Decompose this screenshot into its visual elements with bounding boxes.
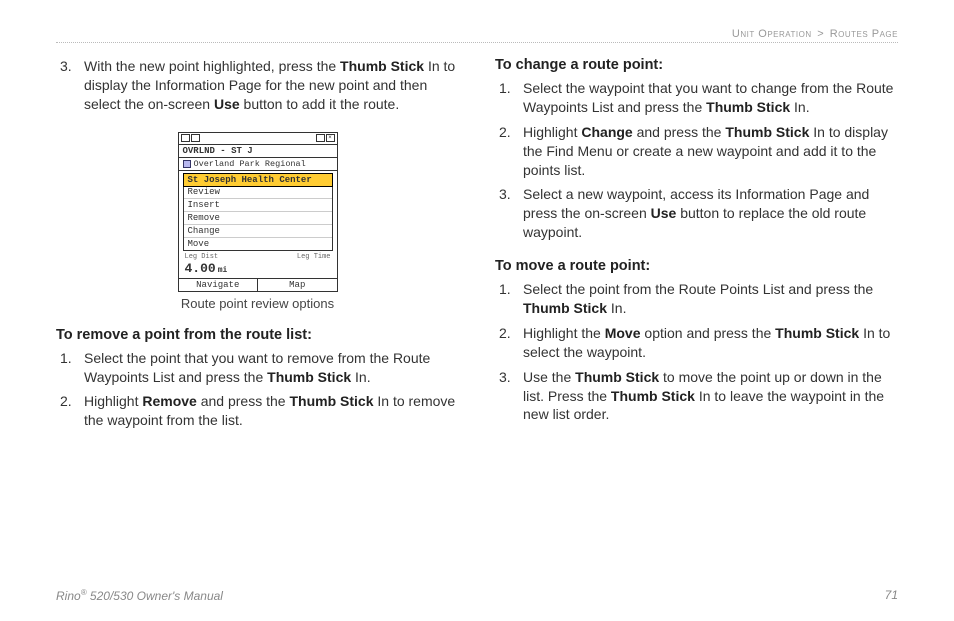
- flag-icon: [183, 160, 191, 168]
- list-item: Select a new waypoint, access its Inform…: [495, 185, 898, 242]
- menu-item-move: Move: [184, 238, 332, 250]
- menu-item-insert: Insert: [184, 199, 332, 212]
- page-footer: Rino® 520/530 Owner's Manual 71: [56, 588, 898, 603]
- figure-caption: Route point review options: [56, 296, 459, 311]
- device-route-name: OVRLND - ST J: [179, 145, 337, 158]
- left-column: With the new point highlighted, press th…: [56, 57, 459, 436]
- breadcrumb-page: Routes Page: [830, 28, 898, 40]
- device-waypoint-label: Overland Park Regional: [194, 159, 306, 169]
- device-waypoint-row: Overland Park Regional: [179, 158, 337, 171]
- device-context-menu: St Joseph Health Center Review Insert Re…: [183, 173, 333, 251]
- device-info-labels: Leg Dist Leg Time: [179, 253, 337, 261]
- right-column: To change a route point: Select the wayp…: [495, 57, 898, 436]
- breadcrumb-sep: >: [817, 28, 824, 40]
- list-item: Select the point from the Route Points L…: [495, 280, 898, 318]
- leg-dist-label: Leg Dist: [185, 253, 219, 261]
- change-list: Select the waypoint that you want to cha…: [495, 79, 898, 242]
- list-item: Highlight Change and press the Thumb Sti…: [495, 123, 898, 180]
- device-highlighted-waypoint: St Joseph Health Center: [183, 173, 333, 187]
- content-columns: With the new point highlighted, press th…: [56, 57, 898, 436]
- figure: × OVRLND - ST J Overland Park Regional S…: [56, 132, 459, 311]
- list-item: Select the point that you want to remove…: [56, 349, 459, 387]
- device-titlebar: ×: [179, 133, 337, 145]
- titlebar-icon: [181, 134, 190, 142]
- distance-unit: mi: [218, 266, 228, 275]
- heading-change: To change a route point:: [495, 57, 898, 73]
- menu-item-review: Review: [184, 186, 332, 199]
- leg-time-label: Leg Time: [297, 253, 331, 261]
- move-list: Select the point from the Route Points L…: [495, 280, 898, 424]
- titlebar-icon: [316, 134, 325, 142]
- titlebar-icon: [191, 134, 200, 142]
- list-item: Highlight the Move option and press the …: [495, 324, 898, 362]
- heading-move: To move a route point:: [495, 258, 898, 274]
- close-icon: ×: [326, 134, 335, 142]
- menu-item-remove: Remove: [184, 212, 332, 225]
- list-item: With the new point highlighted, press th…: [56, 57, 459, 114]
- device-screenshot: × OVRLND - ST J Overland Park Regional S…: [178, 132, 338, 292]
- map-button: Map: [258, 279, 337, 291]
- heading-remove: To remove a point from the route list:: [56, 327, 459, 343]
- device-distance: 4.00 mi: [179, 261, 337, 279]
- list-item: Select the waypoint that you want to cha…: [495, 79, 898, 117]
- remove-list: Select the point that you want to remove…: [56, 349, 459, 431]
- intro-list: With the new point highlighted, press th…: [56, 57, 459, 114]
- menu-item-change: Change: [184, 225, 332, 238]
- header-rule: [56, 42, 898, 43]
- list-item: Highlight Remove and press the Thumb Sti…: [56, 392, 459, 430]
- list-item: Use the Thumb Stick to move the point up…: [495, 368, 898, 425]
- device-bottom-buttons: Navigate Map: [179, 279, 337, 291]
- navigate-button: Navigate: [179, 279, 259, 291]
- distance-value: 4.00: [185, 261, 216, 276]
- footer-title: Rino® 520/530 Owner's Manual: [56, 588, 223, 603]
- page-number: 71: [885, 588, 898, 603]
- breadcrumb-section: Unit Operation: [732, 28, 812, 40]
- breadcrumb: Unit Operation > Routes Page: [56, 28, 898, 40]
